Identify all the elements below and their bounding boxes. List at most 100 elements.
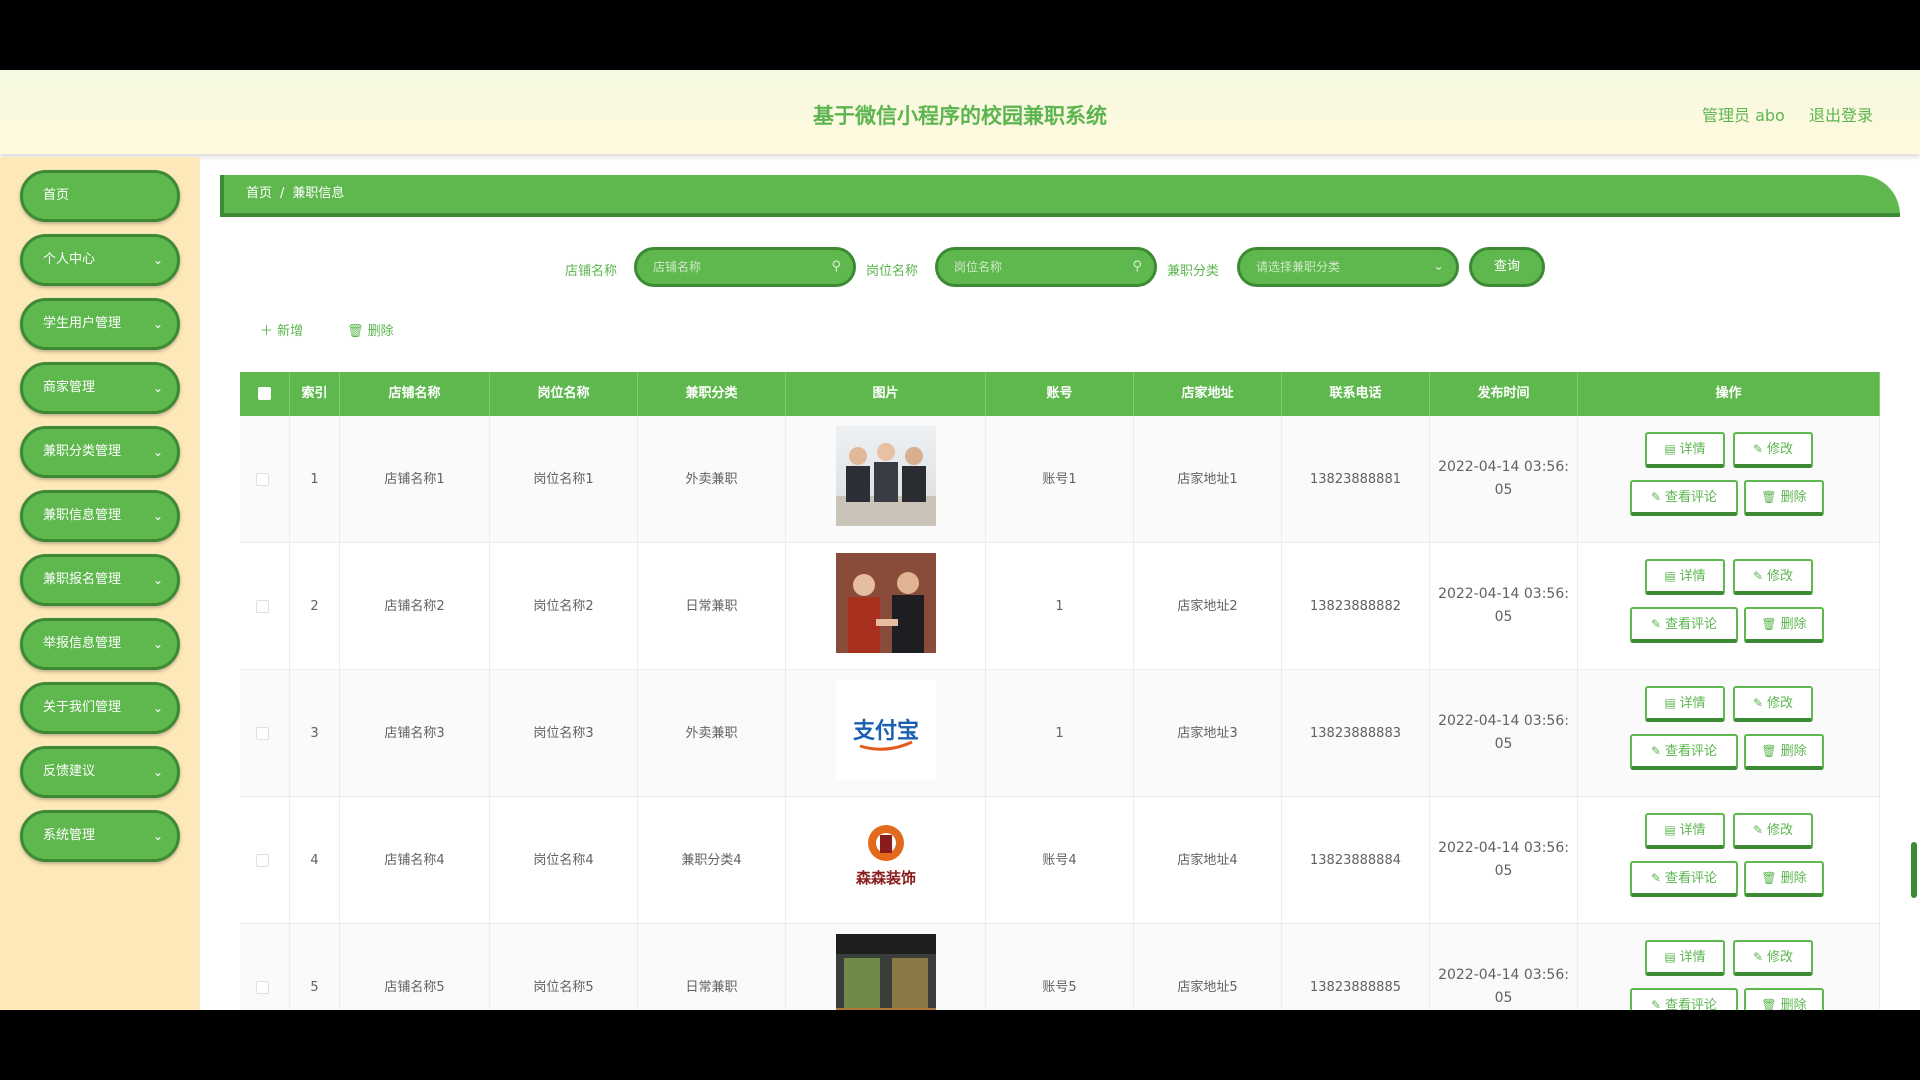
select-all-cell bbox=[240, 372, 290, 416]
edit-button[interactable]: ✎ 修改 bbox=[1733, 559, 1813, 595]
time-part: 05 bbox=[1494, 609, 1513, 625]
select-all-checkbox[interactable] bbox=[258, 387, 271, 400]
add-button[interactable]: ＋ 新增 bbox=[260, 320, 303, 339]
sidebar-item[interactable]: 举报信息管理 ⌄ bbox=[20, 618, 180, 670]
cell-phone: 13823888883 bbox=[1282, 670, 1430, 797]
detail-button[interactable]: ▤ 详情 bbox=[1645, 432, 1725, 468]
time-part: 2022-04-14 03:56: bbox=[1438, 459, 1569, 475]
sidebar-item[interactable]: 兼职信息管理 ⌄ bbox=[20, 490, 180, 542]
delete-button-label: 删除 bbox=[1780, 490, 1807, 505]
detail-button[interactable]: ▤ 详情 bbox=[1645, 813, 1725, 849]
pencil-icon: ✎ bbox=[1650, 871, 1662, 885]
time-part: 2022-04-14 03:56: bbox=[1438, 713, 1569, 729]
cell-time: 2022-04-14 03:56: 05 bbox=[1430, 543, 1578, 670]
row-checkbox[interactable] bbox=[256, 854, 269, 867]
time-part: 2022-04-14 03:56: bbox=[1438, 840, 1569, 856]
pencil-icon: ✎ bbox=[1650, 617, 1662, 631]
delete-button[interactable]: 🗑 删除 bbox=[1744, 734, 1824, 770]
checkbox-cell bbox=[240, 416, 290, 543]
cell-index: 2 bbox=[290, 543, 340, 670]
svg-text:森森装饰: 森森装饰 bbox=[856, 869, 916, 887]
detail-button[interactable]: ▤ 详情 bbox=[1645, 559, 1725, 595]
sidebar-item[interactable]: 兼职报名管理 ⌄ bbox=[20, 554, 180, 606]
column-header: 兼职分类 bbox=[638, 372, 786, 416]
current-user: 管理员 abo bbox=[1702, 106, 1785, 125]
shop-name-input[interactable]: 店铺名称 ⚲ bbox=[634, 247, 856, 287]
chevron-down-icon: ⌄ bbox=[152, 701, 163, 715]
sidebar-item[interactable]: 兼职分类管理 ⌄ bbox=[20, 426, 180, 478]
document-icon: ▤ bbox=[1664, 569, 1676, 583]
time-part: 2022-04-14 03:56: bbox=[1438, 967, 1569, 983]
delete-button[interactable]: 🗑 删除 bbox=[1744, 607, 1824, 643]
category-select[interactable]: 请选择兼职分类 ⌄ bbox=[1237, 247, 1459, 287]
time-part: 05 bbox=[1494, 736, 1513, 752]
cell-account: 账号1 bbox=[986, 416, 1134, 543]
cell-image bbox=[786, 924, 986, 1010]
pencil-icon: ✎ bbox=[1752, 823, 1764, 837]
cell-actions: ▤ 详情 ✎ 修改 ✎ 查看评论 🗑 删除 bbox=[1578, 543, 1880, 670]
table-row: 4 店铺名称4 岗位名称4 兼职分类4 森森装饰 账号4 店家地址4 13823888884 2… bbox=[240, 797, 1880, 924]
view-comments-button[interactable]: ✎ 查看评论 bbox=[1630, 607, 1738, 643]
edit-button[interactable]: ✎ 修改 bbox=[1733, 686, 1813, 722]
delete-button[interactable]: 🗑 删除 bbox=[1744, 988, 1824, 1010]
cell-address: 店家地址1 bbox=[1134, 416, 1282, 543]
table-row: 1 店铺名称1 岗位名称1 外卖兼职 账号1 店家地址1 13823888881 2022-0… bbox=[240, 416, 1880, 543]
sidebar-item[interactable]: 个人中心 ⌄ bbox=[20, 234, 180, 286]
column-header: 店铺名称 bbox=[340, 372, 490, 416]
breadcrumb-home[interactable]: 首页 bbox=[246, 186, 272, 201]
row-checkbox[interactable] bbox=[256, 600, 269, 613]
cell-address: 店家地址3 bbox=[1134, 670, 1282, 797]
logout-link[interactable]: 退出登录 bbox=[1809, 102, 1873, 126]
view-comments-button-label: 查看评论 bbox=[1665, 871, 1718, 886]
sidebar-item[interactable]: 商家管理 ⌄ bbox=[20, 362, 180, 414]
edit-button-label: 修改 bbox=[1767, 950, 1794, 965]
alipay-logo: 支付宝 bbox=[836, 680, 936, 780]
row-checkbox[interactable] bbox=[256, 727, 269, 740]
chevron-down-icon: ⌄ bbox=[1433, 259, 1444, 274]
row-checkbox[interactable] bbox=[256, 981, 269, 994]
view-comments-button-label: 查看评论 bbox=[1665, 617, 1718, 632]
edit-button-label: 修改 bbox=[1767, 823, 1794, 838]
cell-category: 日常兼职 bbox=[638, 924, 786, 1010]
edit-button[interactable]: ✎ 修改 bbox=[1733, 432, 1813, 468]
delete-button-label: 删除 bbox=[1780, 617, 1807, 632]
chevron-down-icon: ⌄ bbox=[152, 765, 163, 779]
sidebar-item[interactable]: 反馈建议 ⌄ bbox=[20, 746, 180, 798]
row-checkbox[interactable] bbox=[256, 473, 269, 486]
scrollbar[interactable] bbox=[1911, 842, 1917, 898]
sidebar-item[interactable]: 学生用户管理 ⌄ bbox=[20, 298, 180, 350]
view-comments-button[interactable]: ✎ 查看评论 bbox=[1630, 861, 1738, 897]
sidebar-item-label: 商家管理 bbox=[43, 380, 96, 395]
chevron-down-icon: ⌄ bbox=[152, 253, 163, 267]
search-icon: ⚲ bbox=[831, 259, 841, 274]
cell-actions: ▤ 详情 ✎ 修改 ✎ 查看评论 🗑 删除 bbox=[1578, 670, 1880, 797]
cell-phone: 13823888885 bbox=[1282, 924, 1430, 1010]
sidebar-item[interactable]: 系统管理 ⌄ bbox=[20, 810, 180, 862]
detail-button[interactable]: ▤ 详情 bbox=[1645, 686, 1725, 722]
delete-button[interactable]: 🗑 删除 bbox=[1744, 480, 1824, 516]
edit-button[interactable]: ✎ 修改 bbox=[1733, 940, 1813, 976]
detail-button-label: 详情 bbox=[1679, 950, 1706, 965]
decoration-logo: 森森装饰 bbox=[836, 807, 936, 907]
checkbox-cell bbox=[240, 797, 290, 924]
view-comments-button[interactable]: ✎ 查看评论 bbox=[1630, 734, 1738, 770]
post-name-input[interactable]: 岗位名称 ⚲ bbox=[935, 247, 1157, 287]
delete-button[interactable]: 🗑 删除 bbox=[1744, 861, 1824, 897]
batch-delete-button[interactable]: 🗑 删除 bbox=[347, 320, 394, 339]
view-comments-button[interactable]: ✎ 查看评论 bbox=[1630, 988, 1738, 1010]
sidebar-item-label: 学生用户管理 bbox=[43, 316, 122, 331]
cell-category: 日常兼职 bbox=[638, 543, 786, 670]
trash-icon: 🗑 bbox=[347, 324, 368, 339]
sidebar-item[interactable]: 首页 bbox=[20, 170, 180, 222]
edit-button[interactable]: ✎ 修改 bbox=[1733, 813, 1813, 849]
detail-button[interactable]: ▤ 详情 bbox=[1645, 940, 1725, 976]
cell-index: 5 bbox=[290, 924, 340, 1010]
category-placeholder: 请选择兼职分类 bbox=[1256, 260, 1341, 274]
view-comments-button[interactable]: ✎ 查看评论 bbox=[1630, 480, 1738, 516]
cell-address: 店家地址4 bbox=[1134, 797, 1282, 924]
cell-index: 4 bbox=[290, 797, 340, 924]
pencil-icon: ✎ bbox=[1752, 442, 1764, 456]
query-button[interactable]: 查询 bbox=[1469, 247, 1545, 287]
sidebar-item[interactable]: 关于我们管理 ⌄ bbox=[20, 682, 180, 734]
checkbox-cell bbox=[240, 543, 290, 670]
